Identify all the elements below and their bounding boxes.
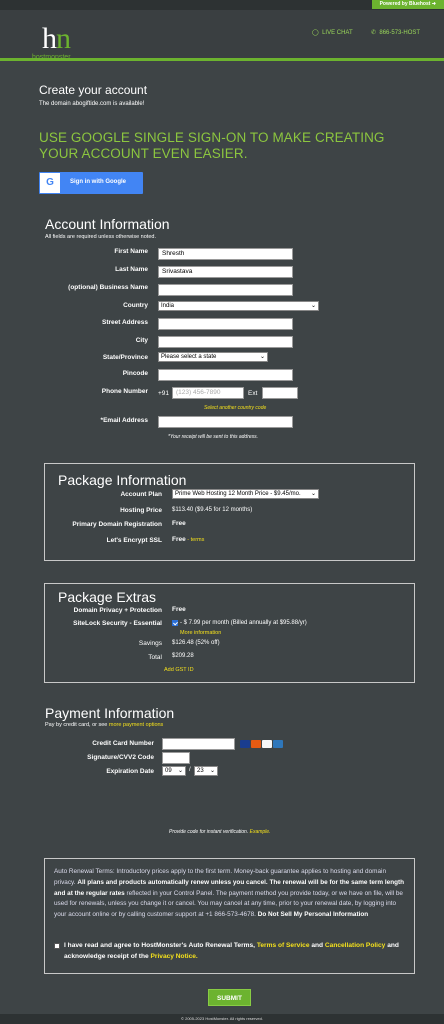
auto-renewal-text: Auto Renewal Terms: Introductory prices … <box>54 868 405 919</box>
hosting-price-value: $113.40 ($9.45 for 12 months) <box>172 507 253 513</box>
total-value: $209.28 <box>172 653 194 659</box>
powered-by-link[interactable]: Powered by Bluehost ➜ <box>371 0 444 9</box>
cvv-example-link[interactable]: Example. <box>250 829 271 835</box>
credit-card-label: Credit Card Number <box>92 740 154 747</box>
privacy-notice-link[interactable]: Privacy Notice. <box>150 953 197 960</box>
footer-copyright: © 2005-2023 HostMonster. All rights rese… <box>0 1014 444 1024</box>
terms-of-service-link[interactable]: Terms of Service <box>257 942 310 949</box>
verification-note: Provide code for instant verification. E… <box>169 829 271 835</box>
agree-terms-checkbox[interactable] <box>54 943 60 949</box>
phone-number-label: Phone Number <box>101 388 148 395</box>
account-info-subtitle: All fields are required unless otherwise… <box>45 234 156 240</box>
pincode-input[interactable] <box>158 369 293 381</box>
auto-renewal-terms-box: Auto Renewal Terms: Introductory prices … <box>44 858 415 974</box>
phone-country-code: +91 <box>158 390 170 397</box>
expiration-label: Expiration Date <box>106 768 154 775</box>
pincode-label: Pincode <box>122 370 148 377</box>
cvv-input[interactable] <box>162 752 190 764</box>
chat-icon: ◯ <box>312 30 319 36</box>
account-info-title: Account Information <box>45 216 170 232</box>
phone-link[interactable]: ✆ 866-573-HOST <box>371 29 420 36</box>
chevron-down-icon: ⌄ <box>310 491 316 497</box>
more-payment-options-link[interactable]: more payment options <box>109 722 163 728</box>
google-icon: G <box>40 173 60 193</box>
account-plan-select[interactable]: Prime Web Hosting 12 Month Price - $9.45… <box>172 489 319 499</box>
state-label: State/Province <box>102 354 148 361</box>
business-name-label: (optional) Business Name <box>68 284 148 291</box>
google-sso-heading: USE GOOGLE SINGLE SIGN-ON TO MAKE CREATI… <box>39 130 385 161</box>
ssl-label: Let's Encrypt SSL <box>106 537 162 544</box>
top-bar: Powered by Bluehost ➜ <box>0 0 444 10</box>
street-address-label: Street Address <box>102 319 148 326</box>
business-name-input[interactable] <box>158 284 293 296</box>
email-input[interactable] <box>158 416 293 428</box>
regular-rates-link[interactable]: regular rates <box>86 890 125 897</box>
discover-card-icon <box>262 740 272 748</box>
package-info-title: Package Information <box>58 472 187 488</box>
logo-mark: hn <box>42 22 71 55</box>
mastercard-icon <box>251 740 261 748</box>
sitelock-price: - $ 7.99 per month (Billed annually at $… <box>180 620 307 626</box>
ext-label: Ext <box>248 390 258 397</box>
google-sign-in-button[interactable]: G Sign in with Google <box>39 172 143 194</box>
domain-privacy-label: Domain Privacy + Protection <box>73 607 162 614</box>
expiration-separator: / <box>189 767 191 773</box>
chevron-down-icon: ⌄ <box>310 303 316 309</box>
ssl-terms-link[interactable]: - terms <box>186 537 204 543</box>
chevron-down-icon: ⌄ <box>209 768 215 774</box>
page-title: Create your account <box>39 83 148 97</box>
ssl-value: Free - terms <box>172 536 205 543</box>
first-name-input[interactable]: Shresth <box>158 248 293 260</box>
site-header: hn hostmonster ◯ LIVE CHAT ✆ 866-573-HOS… <box>0 10 444 61</box>
terms-agreement: I have read and agree to HostMonster's A… <box>54 941 409 963</box>
submit-button[interactable]: SUBMIT <box>208 989 251 1006</box>
phone-number-input[interactable]: (123) 456-7890 <box>172 387 244 399</box>
city-input[interactable] <box>158 336 293 348</box>
domain-privacy-value: Free <box>172 606 186 613</box>
email-label: *Email Address <box>100 417 148 424</box>
accepted-cards-icon <box>240 740 284 748</box>
live-chat-link[interactable]: ◯ LIVE CHAT <box>312 29 353 36</box>
cancellation-policy-link[interactable]: Cancellation Policy <box>325 942 385 949</box>
package-extras-title: Package Extras <box>58 589 157 605</box>
domain-registration-label: Primary Domain Registration <box>72 521 162 528</box>
savings-value: $126.48 (52% off) <box>172 640 220 646</box>
chevron-down-icon: ⌄ <box>259 354 265 360</box>
domain-available-message: The domain abogiftide.com is available! <box>39 101 145 107</box>
email-note: *Your receipt will be sent to this addre… <box>168 434 259 440</box>
payment-info-title: Payment Information <box>45 705 175 721</box>
visa-card-icon <box>240 740 250 748</box>
account-plan-label: Account Plan <box>120 491 162 498</box>
sitelock-label: SiteLock Security - Essential <box>73 620 162 627</box>
domain-registration-value: Free <box>172 520 186 527</box>
add-gst-id-link[interactable]: Add GST ID <box>164 667 194 673</box>
country-label: Country <box>123 302 148 309</box>
cvv-label: Signature/CVV2 Code <box>87 754 154 761</box>
chevron-down-icon: ⌄ <box>177 768 183 774</box>
country-select[interactable]: India ⌄ <box>158 301 319 311</box>
savings-label: Savings <box>138 640 162 647</box>
expiration-year-select[interactable]: 23 ⌄ <box>194 766 218 776</box>
phone-icon: ✆ <box>371 30 377 36</box>
credit-card-input[interactable] <box>162 738 235 750</box>
first-name-label: First Name <box>114 248 148 255</box>
payment-subtitle: Pay by credit card, or see more payment … <box>45 722 164 728</box>
expiration-month-select[interactable]: 09 ⌄ <box>162 766 186 776</box>
last-name-input[interactable]: Srivastava <box>158 266 293 278</box>
amex-card-icon <box>273 740 283 748</box>
sitelock-more-info-link[interactable]: More information <box>180 630 221 636</box>
sitelock-checkbox[interactable] <box>172 620 178 626</box>
total-label: Total <box>148 654 162 661</box>
select-country-code-link[interactable]: Select another country code <box>204 405 266 411</box>
hosting-price-label: Hosting Price <box>120 507 162 514</box>
last-name-label: Last Name <box>115 266 148 273</box>
city-label: City <box>135 337 148 344</box>
header-divider <box>0 58 444 61</box>
do-not-sell-link[interactable]: Do Not Sell My Personal Information <box>258 911 368 918</box>
state-select[interactable]: Please select a state ⌄ <box>158 352 268 362</box>
street-address-input[interactable] <box>158 318 293 330</box>
phone-ext-input[interactable] <box>262 387 298 399</box>
